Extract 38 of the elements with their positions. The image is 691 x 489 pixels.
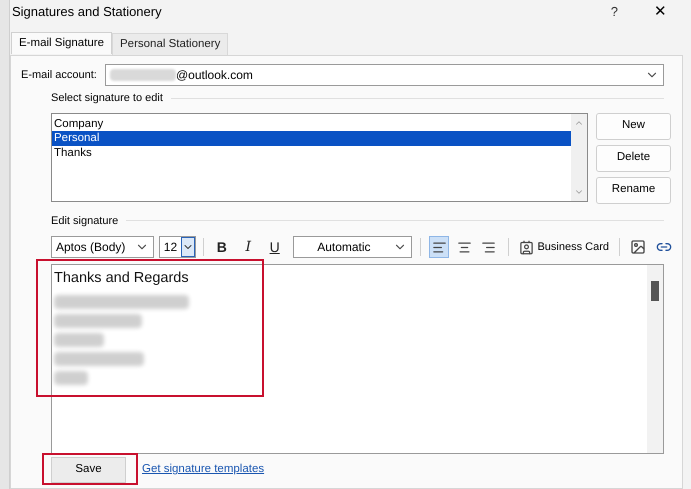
format-button[interactable]: I <box>238 236 259 258</box>
save-button[interactable]: Save <box>51 457 126 483</box>
align-left-button[interactable] <box>429 236 450 258</box>
align-center-icon <box>456 240 472 254</box>
action-button[interactable]: Rename <box>596 176 671 204</box>
picture-icon <box>630 239 646 255</box>
blurred-text <box>54 370 88 385</box>
action-button[interactable]: New <box>596 112 671 140</box>
insert-picture-button[interactable] <box>630 239 646 255</box>
format-button[interactable]: U <box>264 236 286 258</box>
section-label: Edit signature <box>51 214 118 228</box>
scrollbar[interactable] <box>571 114 587 200</box>
blurred-text <box>54 332 104 347</box>
list-item[interactable]: Personal <box>52 131 571 146</box>
size-dropdown[interactable]: 12 <box>158 236 196 258</box>
scrollbar[interactable] <box>647 265 663 453</box>
align-right-icon <box>481 240 496 254</box>
format-button[interactable]: B <box>211 236 233 258</box>
color-dropdown[interactable]: Automatic <box>293 236 412 258</box>
font-dropdown[interactable]: Aptos (Body) <box>51 236 154 258</box>
signature-text: Thanks and Regards <box>54 269 190 288</box>
templates-link[interactable]: Get signature templates <box>142 461 264 479</box>
signature-editor[interactable]: Thanks and Regards <box>51 264 664 454</box>
section-label: Select signature to edit <box>51 91 163 106</box>
contact-card-icon <box>519 240 534 254</box>
help-button[interactable]: ? <box>602 2 626 22</box>
account-dropdown[interactable]: @outlook.com <box>105 64 664 86</box>
tab[interactable]: E-mail Signature <box>11 32 112 54</box>
business-card-button[interactable]: Business Card <box>519 238 610 256</box>
tab[interactable]: Personal Stationery <box>112 33 228 55</box>
align-left-icon <box>432 240 447 254</box>
window-title: Signatures and Stationery <box>12 3 163 22</box>
blurred-text <box>110 69 176 81</box>
list-item[interactable]: Thanks <box>52 146 571 160</box>
scroll-thumb[interactable] <box>651 281 659 301</box>
list-item[interactable]: Company <box>52 116 571 131</box>
action-button[interactable]: Delete <box>596 144 671 172</box>
close-button[interactable]: ✕ <box>650 0 671 24</box>
